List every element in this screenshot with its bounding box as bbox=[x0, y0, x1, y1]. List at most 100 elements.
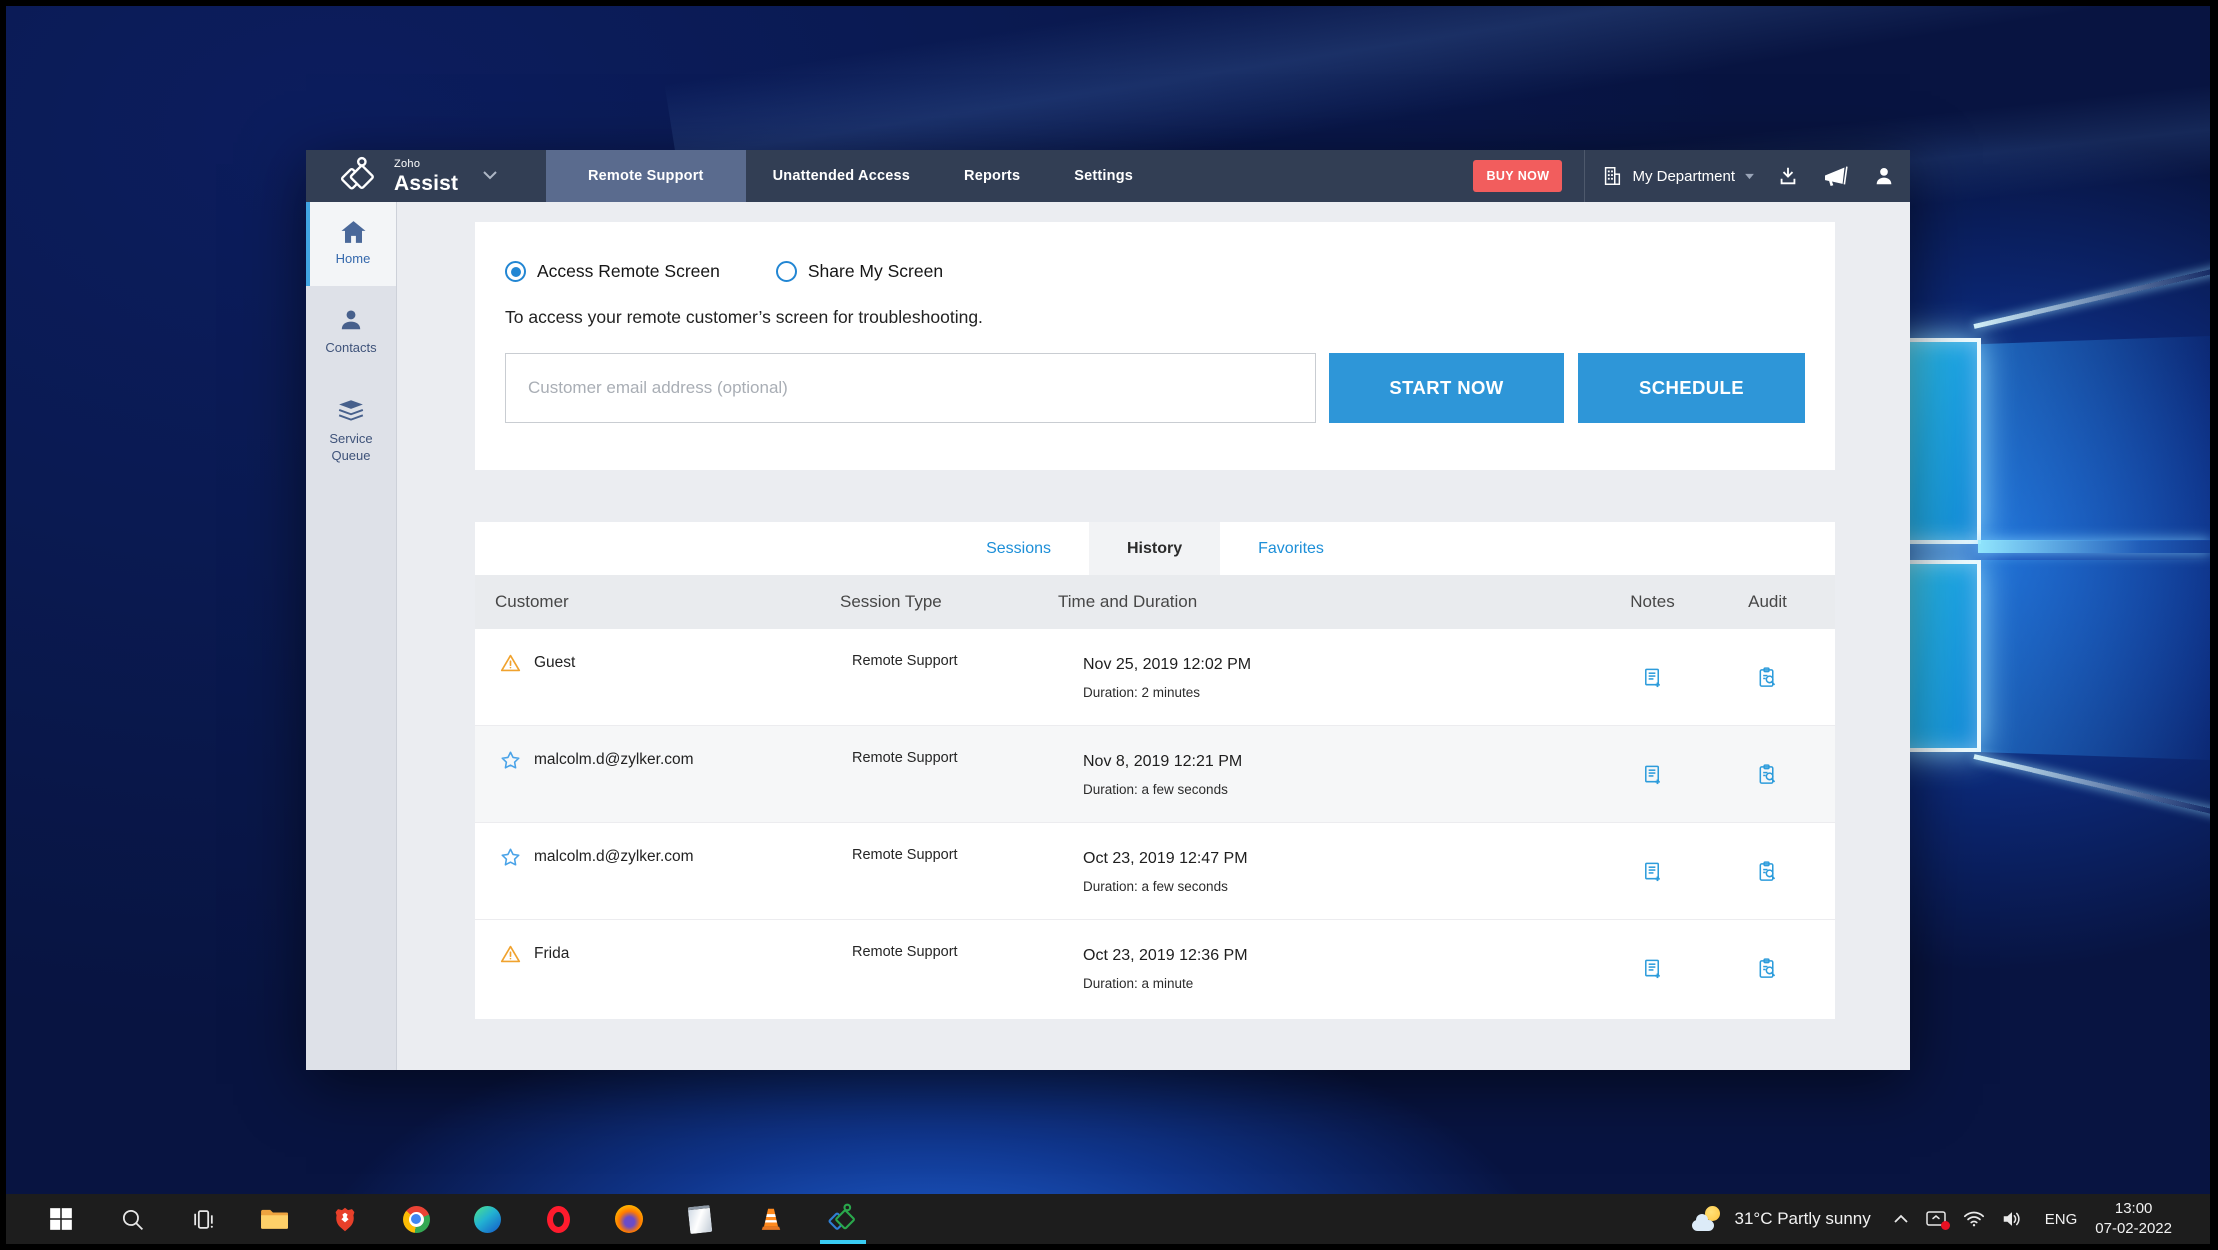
desktop: Zoho Assist Remote Support Unattended Ac… bbox=[0, 0, 2218, 1250]
tab-unattended-access[interactable]: Unattended Access bbox=[746, 150, 937, 202]
brand-zoho: Zoho bbox=[394, 159, 458, 170]
star-icon[interactable] bbox=[500, 750, 521, 771]
wifi-icon[interactable] bbox=[1963, 1210, 1985, 1228]
add-notes-icon[interactable] bbox=[1641, 666, 1664, 689]
screen-cast-tray-icon[interactable] bbox=[1925, 1210, 1947, 1228]
notepad-icon[interactable] bbox=[685, 1203, 715, 1235]
download-icon[interactable] bbox=[1777, 165, 1799, 187]
chevron-down-icon[interactable] bbox=[482, 167, 498, 185]
tab-remote-support[interactable]: Remote Support bbox=[546, 150, 746, 202]
session-type: Remote Support bbox=[820, 920, 1038, 1017]
time-and-duration: Oct 23, 2019 12:36 PM Duration: a minute bbox=[1038, 920, 1605, 1017]
session-description: To access your remote customer’s screen … bbox=[505, 307, 1805, 328]
department-label: My Department bbox=[1632, 168, 1735, 185]
announcements-icon[interactable] bbox=[1823, 164, 1849, 188]
sidebar-item-home[interactable]: Home bbox=[306, 202, 396, 286]
session-time: Oct 23, 2019 12:36 PM bbox=[1083, 947, 1605, 965]
vlc-player-icon[interactable] bbox=[756, 1203, 786, 1235]
radio-selected-icon[interactable] bbox=[505, 261, 526, 282]
history-rows: Guest Remote Support Nov 25, 2019 12:02 … bbox=[475, 629, 1835, 1019]
edge-browser-icon[interactable] bbox=[472, 1203, 502, 1235]
audit-icon[interactable] bbox=[1756, 860, 1779, 883]
session-duration: Duration: a few seconds bbox=[1083, 782, 1605, 797]
volume-icon[interactable] bbox=[2001, 1209, 2023, 1229]
weather-icon[interactable] bbox=[1692, 1206, 1722, 1232]
audit-icon[interactable] bbox=[1756, 957, 1779, 980]
firefox-browser-icon[interactable] bbox=[614, 1203, 644, 1235]
session-duration: Duration: a minute bbox=[1083, 976, 1605, 991]
column-session-type: Session Type bbox=[820, 592, 1038, 612]
sidebar-item-contacts[interactable]: Contacts bbox=[306, 286, 396, 377]
user-profile-icon[interactable] bbox=[1873, 165, 1895, 187]
start-now-button[interactable]: START NOW bbox=[1329, 353, 1564, 423]
session-type: Remote Support bbox=[820, 726, 1038, 822]
table-row[interactable]: Guest Remote Support Nov 25, 2019 12:02 … bbox=[475, 629, 1835, 726]
audit-icon[interactable] bbox=[1756, 763, 1779, 786]
chrome-browser-icon[interactable] bbox=[401, 1203, 431, 1235]
column-notes: Notes bbox=[1605, 592, 1700, 612]
warning-icon bbox=[500, 944, 521, 964]
time-and-duration: Oct 23, 2019 12:47 PM Duration: a few se… bbox=[1038, 823, 1605, 919]
sessions-history-panel: Sessions History Favorites Customer Sess… bbox=[475, 522, 1835, 1019]
star-icon[interactable] bbox=[500, 847, 521, 868]
task-view-icon[interactable] bbox=[188, 1203, 218, 1235]
language-indicator[interactable]: ENG bbox=[2045, 1211, 2078, 1228]
weather-condition: Partly sunny bbox=[1777, 1209, 1871, 1228]
main-content: Access Remote Screen Share My Screen To … bbox=[397, 202, 1910, 1070]
session-time: Nov 25, 2019 12:02 PM bbox=[1083, 656, 1605, 674]
weather-text[interactable]: 31°C Partly sunny bbox=[1734, 1209, 1870, 1229]
session-type: Remote Support bbox=[820, 823, 1038, 919]
chevron-down-icon bbox=[1744, 173, 1755, 180]
radio-share-my-screen[interactable]: Share My Screen bbox=[776, 261, 943, 282]
session-type: Remote Support bbox=[820, 629, 1038, 725]
sidebar: Home Contacts bbox=[306, 202, 397, 1070]
contacts-icon bbox=[338, 307, 364, 333]
search-icon[interactable] bbox=[117, 1203, 147, 1235]
session-form: START NOW SCHEDULE bbox=[505, 353, 1805, 423]
radio-label: Access Remote Screen bbox=[537, 261, 720, 282]
audit-icon[interactable] bbox=[1756, 666, 1779, 689]
customer-name: malcolm.d@zylker.com bbox=[534, 848, 694, 866]
column-time-duration: Time and Duration bbox=[1038, 592, 1605, 612]
brand-assist: Assist bbox=[394, 173, 458, 194]
tab-sessions[interactable]: Sessions bbox=[948, 522, 1089, 575]
file-explorer-icon[interactable] bbox=[259, 1203, 289, 1235]
zoho-assist-taskbar-icon[interactable] bbox=[827, 1203, 857, 1235]
tab-favorites[interactable]: Favorites bbox=[1220, 522, 1362, 575]
buy-now-button[interactable]: BUY NOW bbox=[1473, 160, 1562, 192]
radio-access-remote-screen[interactable]: Access Remote Screen bbox=[505, 261, 720, 282]
customer-name: Guest bbox=[534, 654, 575, 672]
table-row[interactable]: malcolm.d@zylker.com Remote Support Oct … bbox=[475, 823, 1835, 920]
add-notes-icon[interactable] bbox=[1641, 860, 1664, 883]
opera-browser-icon[interactable] bbox=[543, 1203, 573, 1235]
zoho-assist-logo-icon bbox=[338, 155, 382, 197]
brave-browser-icon[interactable] bbox=[330, 1203, 360, 1235]
add-notes-icon[interactable] bbox=[1641, 763, 1664, 786]
hidden-icons-chevron[interactable] bbox=[1893, 1214, 1909, 1224]
windows-logo-beam bbox=[1973, 266, 2210, 329]
customer-email-input[interactable] bbox=[505, 353, 1316, 423]
start-button[interactable] bbox=[46, 1203, 76, 1235]
system-tray: 31°C Partly sunny bbox=[1692, 1199, 2210, 1240]
customer-name: Frida bbox=[534, 945, 569, 963]
radio-unselected-icon[interactable] bbox=[776, 261, 797, 282]
tab-history[interactable]: History bbox=[1089, 522, 1220, 575]
tab-reports[interactable]: Reports bbox=[937, 150, 1047, 202]
add-notes-icon[interactable] bbox=[1641, 957, 1664, 980]
top-navbar: Zoho Assist Remote Support Unattended Ac… bbox=[306, 150, 1910, 202]
department-selector[interactable]: My Department bbox=[1601, 165, 1755, 187]
app-logo[interactable]: Zoho Assist bbox=[306, 150, 546, 202]
schedule-button[interactable]: SCHEDULE bbox=[1578, 353, 1805, 423]
session-time: Nov 8, 2019 12:21 PM bbox=[1083, 753, 1605, 771]
tab-settings[interactable]: Settings bbox=[1047, 150, 1160, 202]
table-row[interactable]: malcolm.d@zylker.com Remote Support Nov … bbox=[475, 726, 1835, 823]
date: 07-02-2022 bbox=[2095, 1219, 2172, 1239]
sidebar-item-label: Contacts bbox=[325, 340, 376, 356]
table-row[interactable]: Frida Remote Support Oct 23, 2019 12:36 … bbox=[475, 920, 1835, 1017]
column-audit: Audit bbox=[1700, 592, 1835, 612]
clock[interactable]: 13:00 07-02-2022 bbox=[2095, 1199, 2172, 1240]
time: 13:00 bbox=[2095, 1199, 2172, 1219]
time-and-duration: Nov 25, 2019 12:02 PM Duration: 2 minute… bbox=[1038, 629, 1605, 725]
windows-logo-beam bbox=[1978, 540, 2210, 553]
sidebar-item-service-queue[interactable]: Service Queue bbox=[306, 377, 396, 485]
